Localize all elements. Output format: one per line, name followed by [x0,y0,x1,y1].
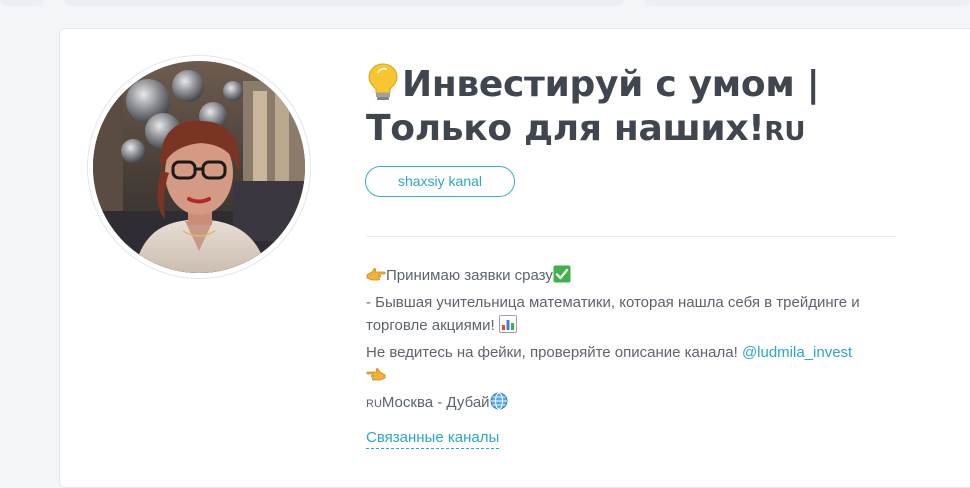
channel-title-line2: Только для наших! [366,108,765,149]
title-flag-ru: RU [764,117,806,147]
description-flag-ru: RU [366,397,382,410]
related-channels-link[interactable]: Связанные каналы [366,429,500,449]
pointing-left-hand-icon [366,367,386,391]
globe-icon [490,392,508,418]
divider [366,236,896,237]
channel-title-line1: Инвестируй с умом | [402,64,820,105]
description-line: торговле акциями! [366,314,906,341]
description-line [366,364,906,391]
description-line1: Принимаю заявки сразу [386,267,553,284]
description-line2: - Бывшая учительница математики, которая… [366,293,860,311]
channel-description: Принимаю заявки сразу - Бывшая учительни… [366,264,906,417]
description-line: Не ведитесь на фейки, проверяйте описани… [366,341,906,365]
channel-type-tag[interactable]: shaxsiy kanal [365,166,515,197]
description-line: RUМосква - Дубай [366,391,906,418]
check-mark-icon [553,265,571,291]
channel-username-link[interactable]: @ludmila_invest [742,344,852,361]
description-line4-text: Не ведитесь на фейки, проверяйте описани… [366,343,738,361]
description-line: Принимаю заявки сразу [366,264,906,291]
avatar-photo [93,61,305,273]
top-strip-segment [0,0,44,6]
bar-chart-icon [498,315,517,341]
top-strip-segment [644,0,970,6]
channel-title: Инвестируй с умом | Только для наших!RU [366,62,886,154]
pointing-right-hand-icon [366,267,386,291]
description-line6-text: Москва - Дубай [381,393,490,411]
top-strip-segment [64,0,624,6]
channel-avatar[interactable] [93,61,305,273]
lightbulb-icon [366,62,400,102]
top-strip [0,0,970,28]
description-line3: торговле акциями! [366,317,495,334]
